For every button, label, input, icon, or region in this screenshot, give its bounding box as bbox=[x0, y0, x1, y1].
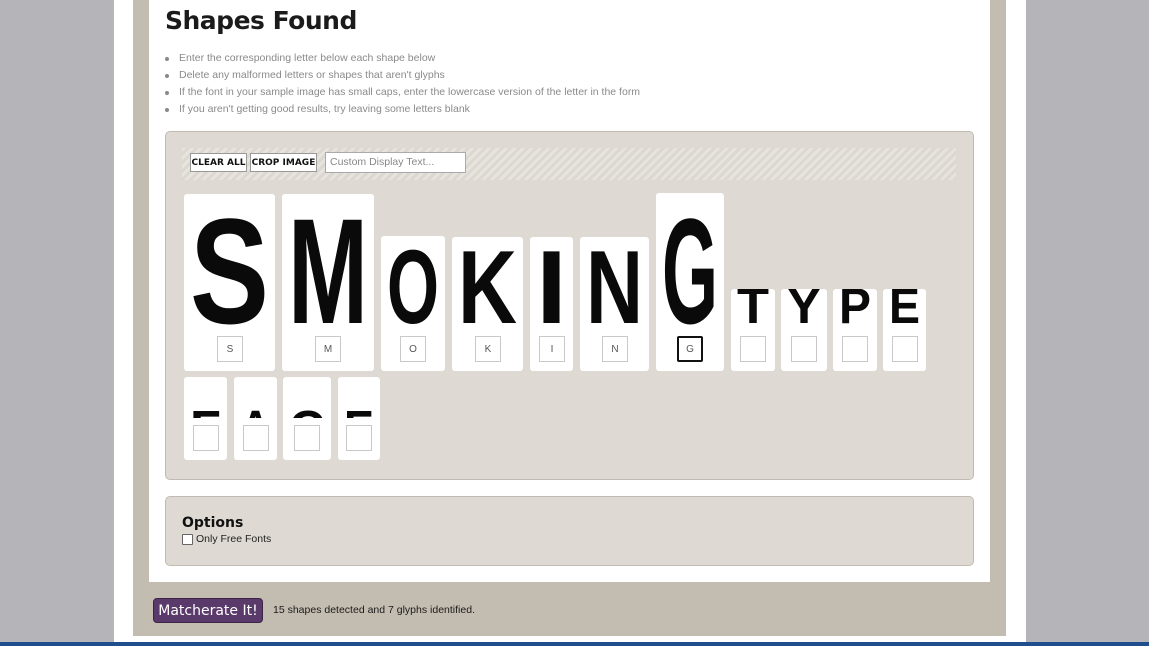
matcherate-button[interactable]: Matcherate It! bbox=[153, 598, 263, 623]
glyph-letter-input[interactable] bbox=[294, 425, 320, 451]
shapes-toolbar: CLEAR ALL CROP IMAGE Custom Display Text… bbox=[182, 148, 956, 180]
glyph-shape: P bbox=[839, 289, 871, 329]
glyph-card[interactable]: MM bbox=[282, 194, 374, 371]
glyph-shape-letter: Y bbox=[787, 289, 821, 329]
glyph-shape: K bbox=[458, 237, 517, 329]
glyph-letter-input[interactable]: N bbox=[602, 336, 628, 362]
glyph-shape-letter: M bbox=[288, 194, 368, 329]
glyph-shape-letter: A bbox=[240, 401, 271, 419]
glyph-shape-letter: E bbox=[344, 401, 374, 419]
glyph-shape-letter: C bbox=[289, 401, 325, 419]
glyph-shape: C bbox=[289, 401, 325, 419]
glyph-shape-letter: I bbox=[536, 237, 567, 329]
page-frame: Shapes Found Enter the corresponding let… bbox=[133, 0, 1006, 636]
glyph-letter-input[interactable]: K bbox=[475, 336, 501, 362]
glyph-card[interactable]: II bbox=[530, 237, 573, 371]
glyph-shape: E bbox=[889, 289, 920, 329]
glyph-shape: O bbox=[387, 236, 439, 329]
glyph-letter-input[interactable] bbox=[791, 336, 817, 362]
glyph-card[interactable]: E bbox=[338, 377, 380, 460]
glyph-shape: Y bbox=[787, 289, 821, 329]
instructions-list: Enter the corresponding letter below eac… bbox=[164, 50, 640, 118]
status-text: 15 shapes detected and 7 glyphs identifi… bbox=[273, 604, 475, 616]
glyph-shape: A bbox=[240, 401, 271, 419]
glyph-letter-input[interactable]: S bbox=[217, 336, 243, 362]
glyph-letter-input[interactable] bbox=[243, 425, 269, 451]
glyph-letter-input[interactable] bbox=[892, 336, 918, 362]
glyph-card[interactable]: OO bbox=[381, 236, 445, 371]
glyph-letter-input[interactable] bbox=[193, 425, 219, 451]
glyph-shape-letter: O bbox=[387, 236, 439, 329]
glyph-card[interactable]: P bbox=[833, 289, 877, 371]
glyph-letter-input[interactable]: I bbox=[539, 336, 565, 362]
custom-display-text-input[interactable]: Custom Display Text... bbox=[325, 152, 466, 173]
glyph-shape: S bbox=[190, 194, 269, 329]
glyph-letter-input[interactable] bbox=[842, 336, 868, 362]
crop-image-button[interactable]: CROP IMAGE bbox=[250, 153, 317, 172]
glyph-shape: N bbox=[586, 237, 643, 329]
glyph-letter-input[interactable]: G bbox=[677, 336, 703, 362]
glyph-shape-letter: E bbox=[889, 289, 920, 329]
glyph-shape: E bbox=[344, 401, 374, 419]
options-title: Options bbox=[182, 515, 244, 531]
instruction-item: If the font in your sample image has sma… bbox=[164, 84, 640, 101]
shapes-panel: CLEAR ALL CROP IMAGE Custom Display Text… bbox=[165, 131, 974, 480]
glyph-card[interactable]: A bbox=[234, 377, 277, 460]
content-area: Shapes Found Enter the corresponding let… bbox=[149, 0, 990, 582]
glyph-card[interactable]: E bbox=[883, 289, 926, 371]
glyph-shape: G bbox=[662, 193, 718, 329]
instruction-item: Enter the corresponding letter below eac… bbox=[164, 50, 640, 67]
clear-all-button[interactable]: CLEAR ALL bbox=[190, 153, 247, 172]
glyph-letter-input[interactable]: O bbox=[400, 336, 426, 362]
glyph-shape: T bbox=[737, 289, 769, 329]
glyph-letter-input[interactable] bbox=[740, 336, 766, 362]
glyph-shape-letter: F bbox=[190, 401, 221, 419]
glyph-shape: M bbox=[288, 194, 368, 329]
glyph-shape-letter: K bbox=[458, 237, 517, 329]
glyph-letter-input[interactable] bbox=[346, 425, 372, 451]
glyph-shape: F bbox=[190, 401, 221, 419]
bottom-bar bbox=[0, 642, 1149, 646]
only-free-fonts-checkbox[interactable] bbox=[182, 533, 193, 545]
page-title: Shapes Found bbox=[165, 6, 357, 35]
glyph-letter-input[interactable]: M bbox=[315, 336, 341, 362]
only-free-fonts-option[interactable]: Only Free Fonts bbox=[182, 533, 271, 545]
instruction-item: Delete any malformed letters or shapes t… bbox=[164, 67, 640, 84]
page-container: Shapes Found Enter the corresponding let… bbox=[114, 0, 1026, 642]
glyph-card[interactable]: KK bbox=[452, 237, 523, 371]
glyph-card[interactable]: T bbox=[731, 289, 775, 371]
glyph-card[interactable]: C bbox=[283, 377, 331, 460]
glyph-shape: I bbox=[536, 237, 567, 329]
glyph-shape-letter: N bbox=[586, 237, 643, 329]
glyph-card[interactable]: SS bbox=[184, 194, 275, 371]
glyph-shape-letter: S bbox=[190, 194, 269, 329]
glyph-shape-letter: P bbox=[839, 289, 871, 329]
glyph-card[interactable]: Y bbox=[781, 289, 827, 371]
instruction-item: If you aren't getting good results, try … bbox=[164, 101, 640, 118]
options-panel: Options Only Free Fonts bbox=[165, 496, 974, 566]
glyph-card[interactable]: F bbox=[184, 377, 227, 460]
only-free-fonts-label: Only Free Fonts bbox=[196, 533, 272, 545]
glyph-card[interactable]: GG bbox=[656, 193, 724, 371]
glyph-shape-letter: G bbox=[662, 193, 718, 329]
glyph-card[interactable]: NN bbox=[580, 237, 649, 371]
glyph-shape-letter: T bbox=[737, 289, 769, 329]
